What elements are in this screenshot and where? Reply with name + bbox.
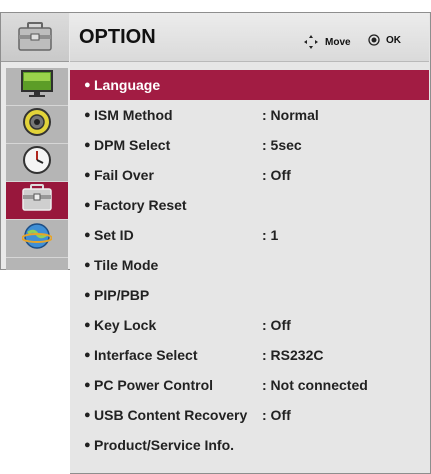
bullet-icon: ● xyxy=(84,439,91,451)
menu-item-usb-content-recovery[interactable]: ● USB Content Recovery : Off xyxy=(70,400,429,430)
move-label: Move xyxy=(325,36,351,48)
network-icon xyxy=(21,221,53,256)
bullet-icon: ● xyxy=(84,259,91,271)
menu-item-dpm-select[interactable]: ● DPM Select : 5sec xyxy=(70,130,429,160)
menu-item-pip-pbp[interactable]: ● PIP/PBP xyxy=(70,280,429,310)
menu-header: OPTION Move OK xyxy=(70,13,429,62)
category-list xyxy=(6,68,68,270)
category-sidebar xyxy=(0,12,70,270)
menu-item-language[interactable]: ● Language xyxy=(70,70,429,100)
menu-item-set-id[interactable]: ● Set ID : 1 xyxy=(70,220,429,250)
bullet-icon: ● xyxy=(84,79,91,91)
network-category[interactable] xyxy=(6,220,68,258)
option-category[interactable] xyxy=(6,182,68,220)
menu-item-factory-reset[interactable]: ● Factory Reset xyxy=(70,190,429,220)
bullet-icon: ● xyxy=(84,319,91,331)
ok-button-icon xyxy=(368,34,380,46)
bullet-icon: ● xyxy=(84,199,91,211)
bullet-icon: ● xyxy=(84,379,91,391)
menu-item-key-lock[interactable]: ● Key Lock : Off xyxy=(70,310,429,340)
ok-hint: OK xyxy=(368,34,401,46)
menu-item-pc-power-control[interactable]: ● PC Power Control : Not connected xyxy=(70,370,429,400)
time-category[interactable] xyxy=(6,144,68,182)
bullet-icon: ● xyxy=(84,109,91,121)
audio-category[interactable] xyxy=(6,106,68,144)
bullet-icon: ● xyxy=(84,229,91,241)
page-title: OPTION xyxy=(79,26,156,48)
menu-item-fail-over[interactable]: ● Fail Over : Off xyxy=(70,160,429,190)
ok-label: OK xyxy=(386,34,401,46)
menu-item-ism-method[interactable]: ● ISM Method : Normal xyxy=(70,100,429,130)
bullet-icon: ● xyxy=(84,349,91,361)
time-icon xyxy=(22,145,52,180)
option-menu-panel: OPTION Move OK ● Language ● ISM Method:… xyxy=(70,12,431,474)
audio-icon xyxy=(22,107,52,142)
picture-icon xyxy=(20,69,54,104)
toolbox-icon xyxy=(21,184,53,217)
menu-item-interface-select[interactable]: ● Interface Select : RS232C xyxy=(70,340,429,370)
toolbox-header-icon xyxy=(1,13,69,62)
option-list: ● Language ● ISM Method : Normal ● DPM S… xyxy=(70,70,429,460)
bullet-icon: ● xyxy=(84,169,91,181)
move-hint: Move xyxy=(303,34,351,50)
bullet-icon: ● xyxy=(84,139,91,151)
menu-item-tile-mode[interactable]: ● Tile Mode xyxy=(70,250,429,280)
bullet-icon: ● xyxy=(84,289,91,301)
menu-item-product-service-info[interactable]: ● Product/Service Info. xyxy=(70,430,429,460)
move-arrows-icon xyxy=(303,34,319,50)
bullet-icon: ● xyxy=(84,409,91,421)
picture-category[interactable] xyxy=(6,68,68,106)
